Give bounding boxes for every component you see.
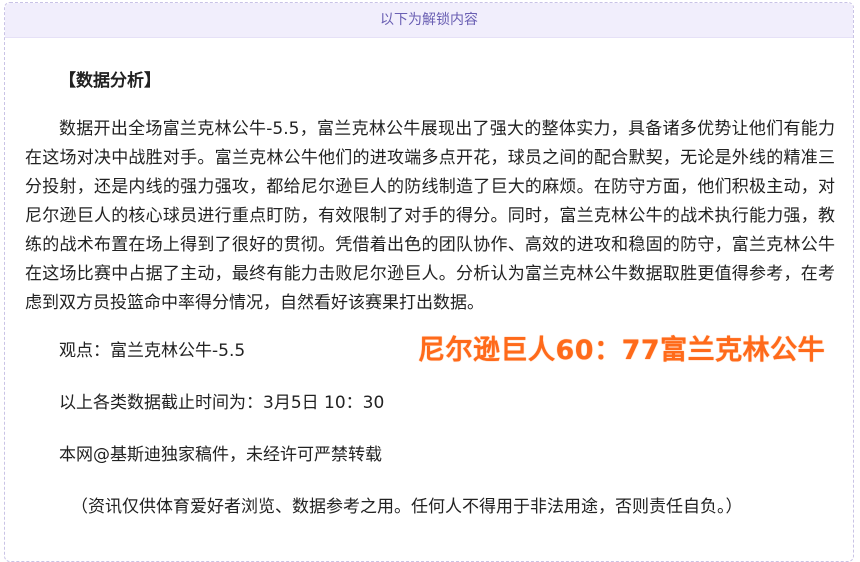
unlock-banner: 以下为解锁内容 <box>5 3 853 38</box>
unlocked-content-box: 以下为解锁内容 【数据分析】 数据开出全场富兰克林公牛-5.5，富兰克林公牛展现… <box>4 2 854 562</box>
viewpoint-line: 观点：富兰克林公牛-5.5 <box>59 341 246 361</box>
article-body: 【数据分析】 数据开出全场富兰克林公牛-5.5，富兰克林公牛展现出了强大的整体实… <box>25 59 835 517</box>
section-title: 【数据分析】 <box>59 71 161 91</box>
final-score-overlay: 尼尔逊巨人60：77富兰克林公牛 <box>418 335 826 366</box>
unlock-banner-label: 以下为解锁内容 <box>380 12 478 28</box>
data-time-line: 以上各类数据截止时间为：3月5日 10：30 <box>59 393 385 413</box>
disclaimer-line: （资讯仅供体育爱好者浏览、数据参考之用。任何人不得用于非法用途，否则责任自负。） <box>71 497 743 517</box>
copyright-line: 本网@基斯迪独家稿件，未经许可严禁转载 <box>59 445 382 465</box>
analysis-paragraph: 数据开出全场富兰克林公牛-5.5，富兰克林公牛展现出了强大的整体实力，具备诸多优… <box>25 119 835 313</box>
